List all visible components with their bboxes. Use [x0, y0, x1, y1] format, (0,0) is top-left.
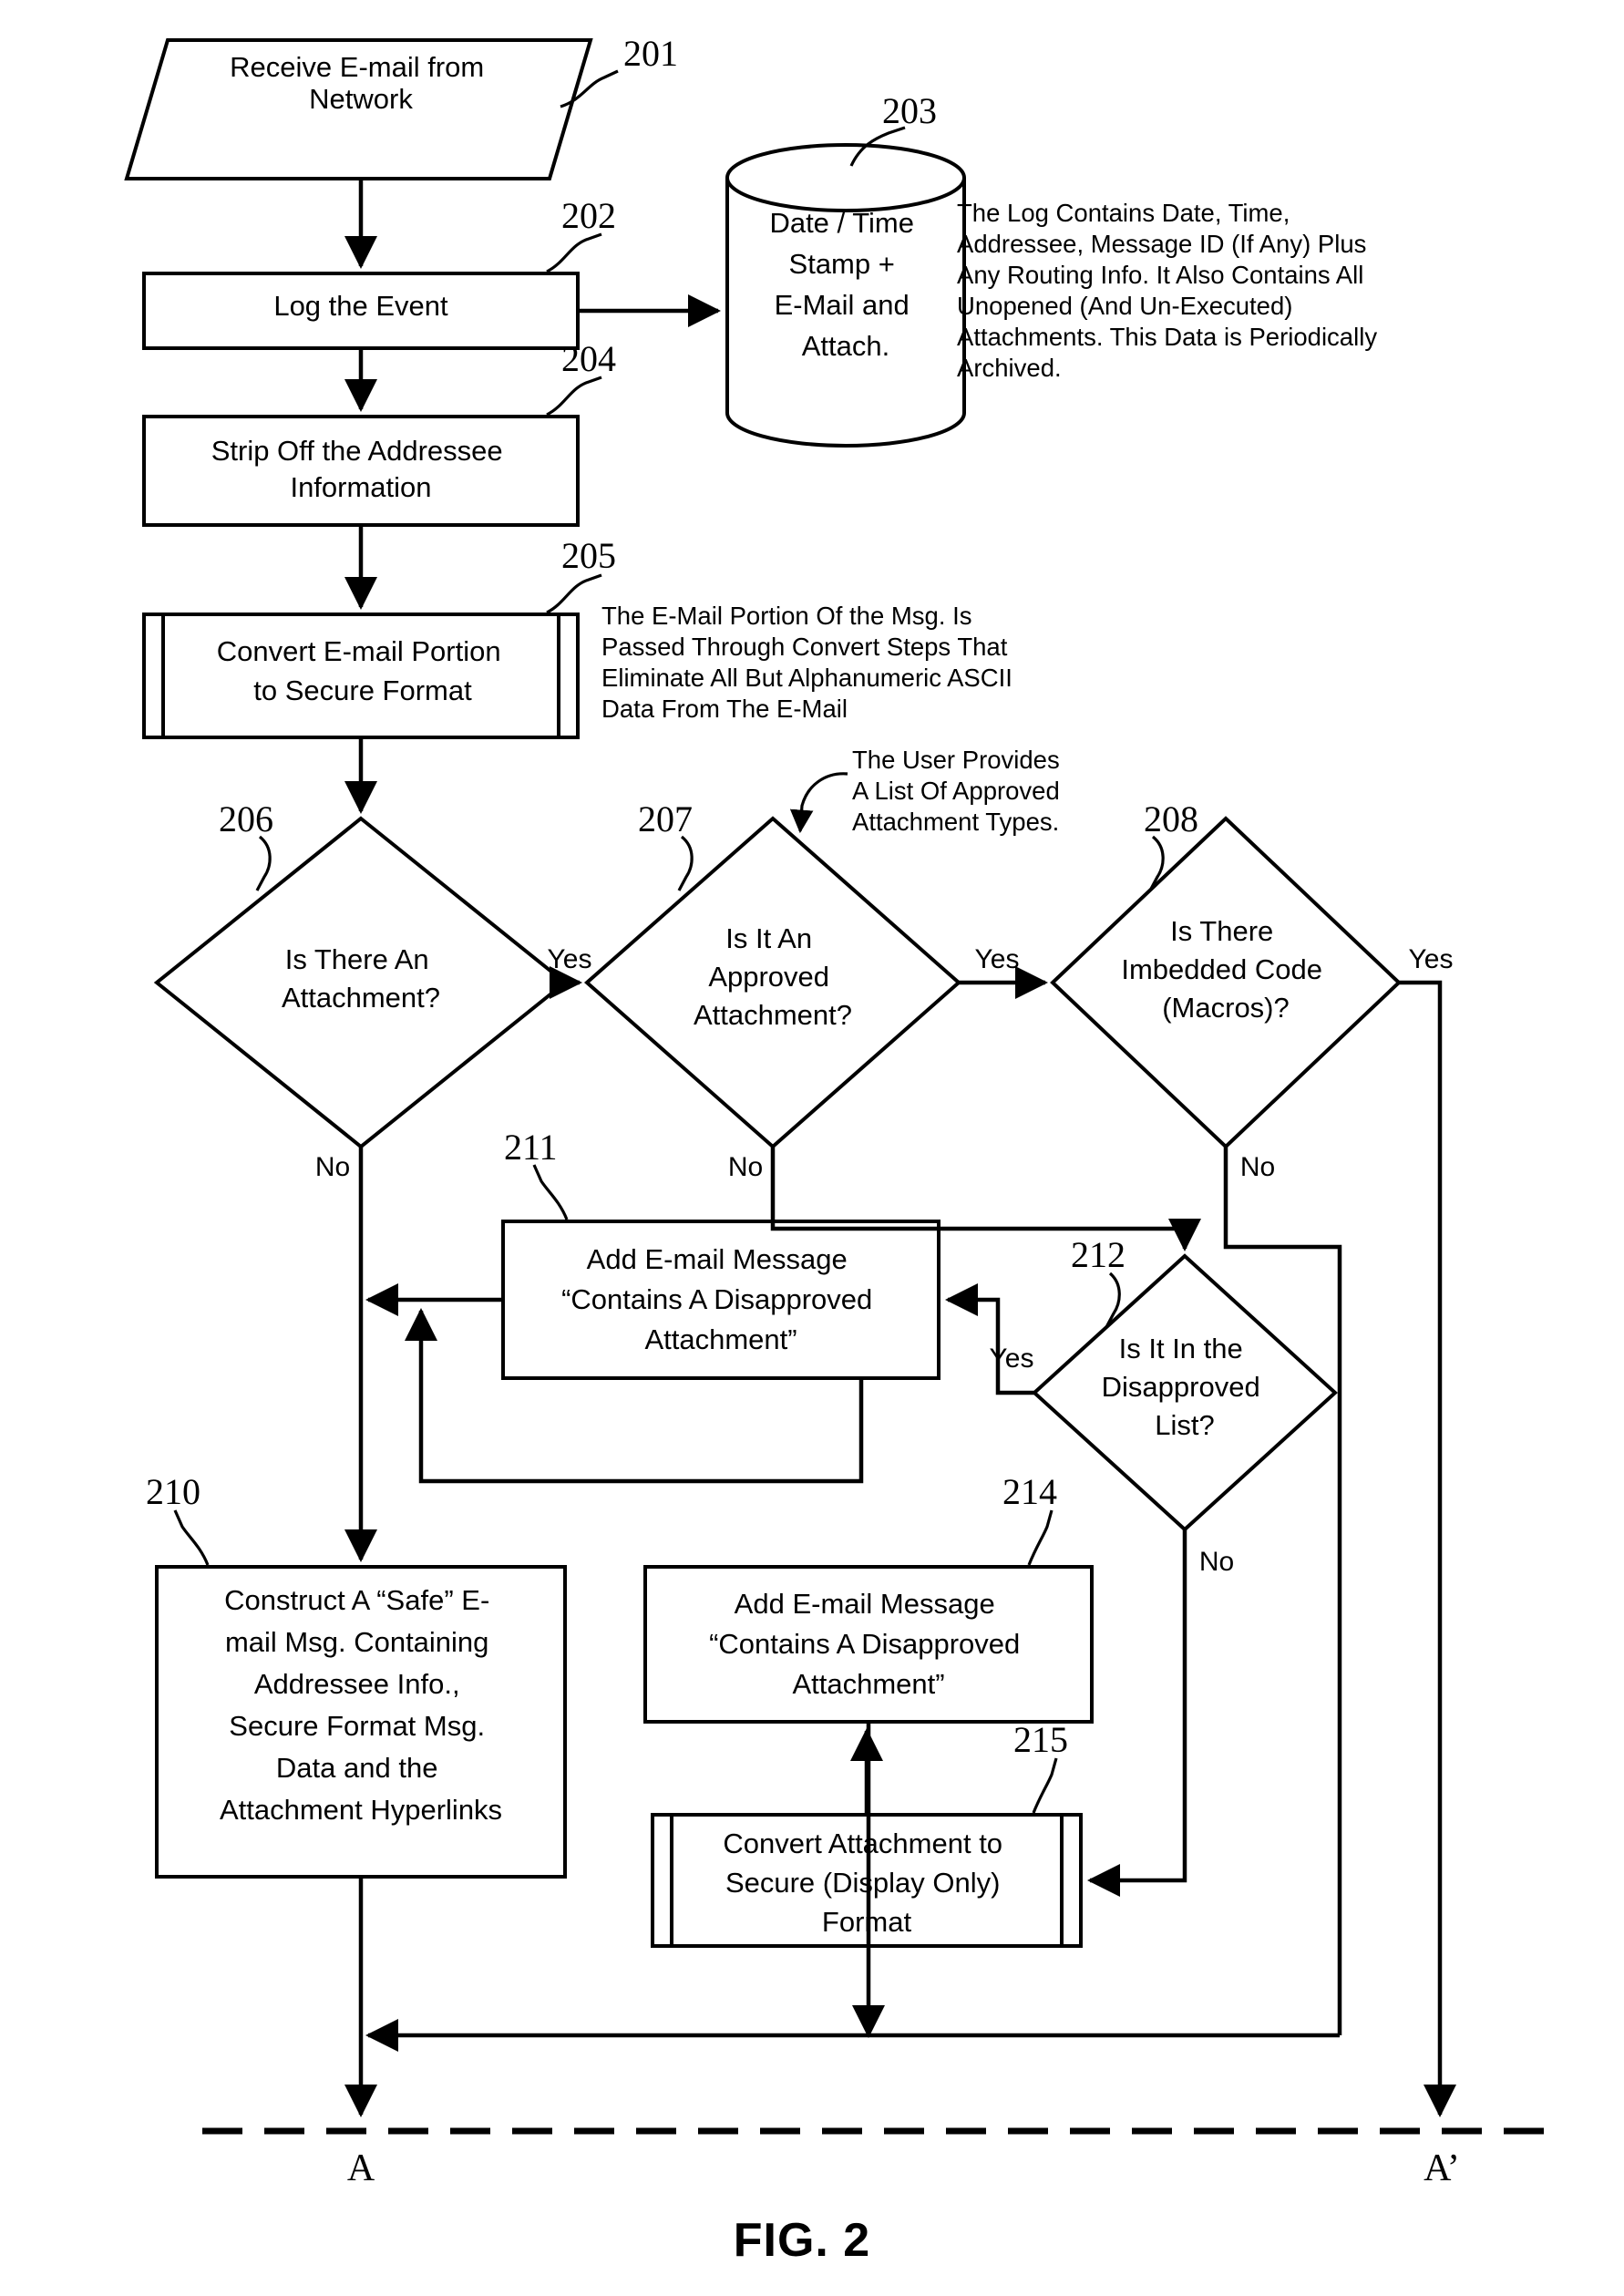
branch-label-208-yes: Yes [1409, 944, 1454, 974]
figure-caption: FIG. 2 [734, 2214, 870, 2267]
branch-label-212-yes: Yes [990, 1344, 1034, 1374]
node-211-ref: 211 [504, 1127, 558, 1168]
node-201-ref: 201 [623, 33, 678, 74]
branch-label-206-yes: Yes [548, 944, 592, 974]
branch-label-208-no: No [1240, 1152, 1275, 1182]
node-202-ref: 202 [561, 195, 616, 236]
note-approved-list-text: The User Provides A List Of Approved Att… [852, 746, 1066, 836]
patent-figure: Receive E-mail from Network 201 Log the … [0, 0, 1624, 2296]
flowchart-canvas: Receive E-mail from Network 201 Log the … [0, 0, 1624, 2296]
branch-label-206-no: No [315, 1152, 350, 1182]
branch-label-207-yes: Yes [975, 944, 1020, 974]
node-208-ref: 208 [1144, 798, 1198, 839]
node-210-ref: 210 [146, 1471, 200, 1512]
node-207-ref: 207 [638, 798, 693, 839]
node-205-ref: 205 [561, 535, 616, 576]
branch-label-207-no: No [728, 1152, 763, 1182]
connector-endpoint-a: A [347, 2147, 375, 2189]
node-206-ref: 206 [219, 798, 273, 839]
node-202-label: Log the Event [273, 290, 448, 322]
connector-endpoint-a-prime: A’ [1424, 2147, 1460, 2189]
node-204-ref: 204 [561, 338, 616, 379]
node-214-ref: 214 [1002, 1471, 1057, 1512]
node-212-ref: 212 [1071, 1234, 1125, 1275]
branch-label-212-no: No [1199, 1547, 1234, 1577]
node-203-top [725, 143, 966, 212]
node-215-ref: 215 [1013, 1719, 1068, 1760]
node-203-ref: 203 [882, 90, 937, 131]
